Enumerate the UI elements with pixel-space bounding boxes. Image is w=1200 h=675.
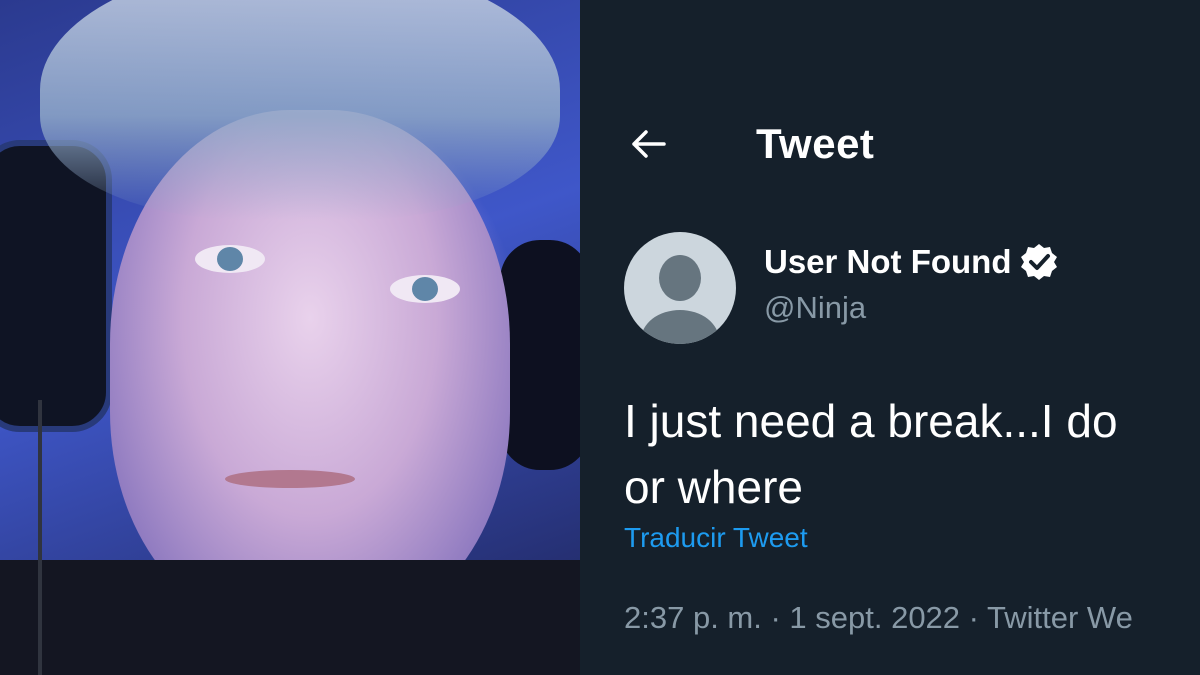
verified-badge-icon [1019,242,1059,282]
tweet-text-line: or where [624,461,803,513]
headphone-right [500,240,580,470]
author-handle[interactable]: @Ninja [764,290,866,326]
tweet-meta: 2:37 p. m. · 1 sept. 2022 · Twitter We [624,600,1133,635]
translate-tweet-link[interactable]: Traducir Tweet [624,522,808,554]
tweet-text: I just need a break...I do or where [624,388,1200,520]
hair [40,0,560,220]
right-eye [390,275,460,303]
streamer-photo [0,0,580,675]
author-display-name[interactable]: User Not Found [764,243,1011,281]
mouth [225,470,355,488]
author-name-row: User Not Found [764,242,1059,282]
tweet-panel: Tweet User Not Found @Ninja I just need … [580,0,1200,675]
arrow-left-icon[interactable] [628,124,668,164]
left-eye [195,245,265,273]
page-title: Tweet [756,120,875,167]
headphone-cable [38,400,42,675]
shirt [0,560,580,675]
default-avatar-icon[interactable] [624,232,736,344]
tweet-text-line: I just need a break...I do [624,395,1118,447]
